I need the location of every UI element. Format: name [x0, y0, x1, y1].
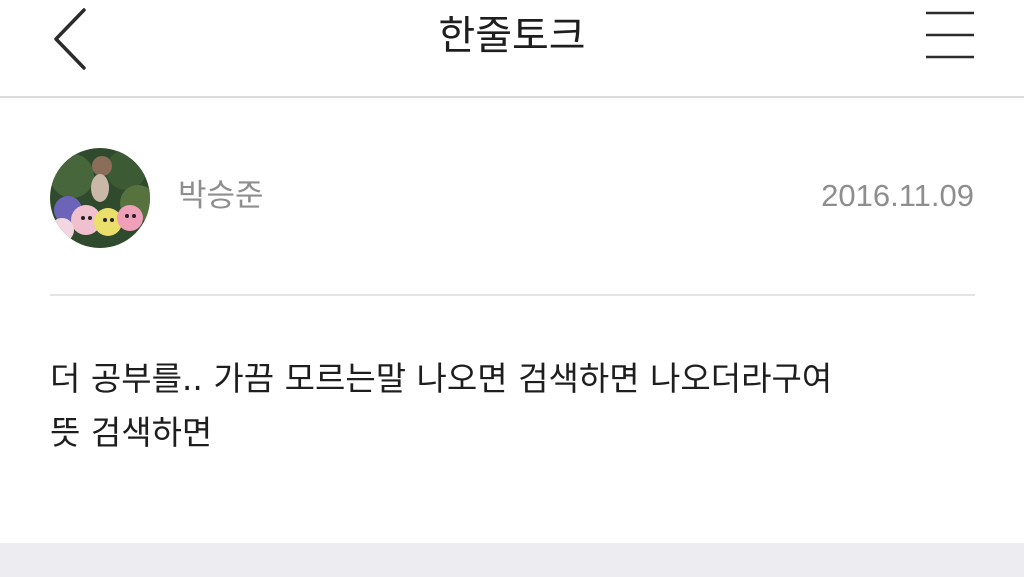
avatar-image — [50, 148, 150, 248]
page-title: 한줄토크 — [438, 13, 586, 59]
author-name[interactable]: 박승준 — [178, 176, 264, 216]
post-date: 2016.11.09 — [821, 178, 974, 213]
post-content: 더 공부를.. 가끔 모르는말 나오면 검색하면 나오더라구여 뜻 검색하면 — [50, 352, 980, 460]
post-header: 박승준 2016.11.09 — [0, 98, 1024, 296]
post-line: 뜻 검색하면 — [50, 413, 213, 452]
content-divider — [50, 294, 975, 296]
avatar[interactable] — [50, 148, 150, 248]
hamburger-menu-icon — [926, 11, 974, 59]
menu-button[interactable] — [912, 0, 992, 80]
post-line: 더 공부를.. 가끔 모르는말 나오면 검색하면 나오더라구여 — [50, 359, 833, 398]
top-bar: 한줄토크 — [0, 0, 1024, 96]
footer-band — [0, 543, 1024, 577]
